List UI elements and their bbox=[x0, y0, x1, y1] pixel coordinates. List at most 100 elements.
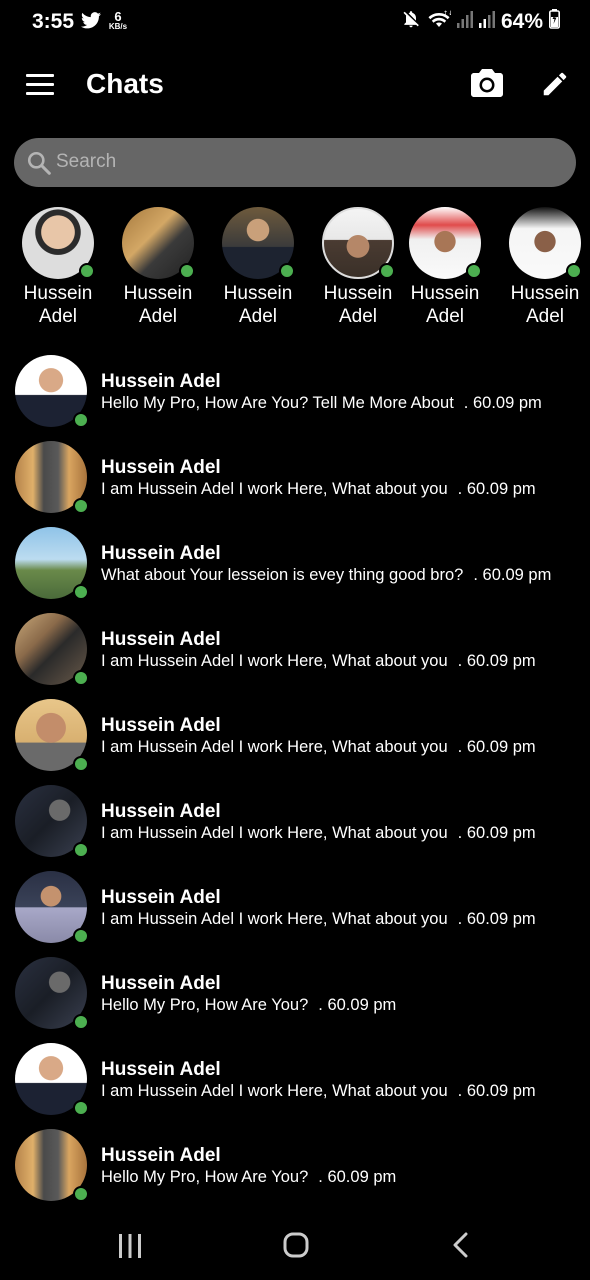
camera-icon[interactable] bbox=[471, 69, 503, 102]
search-icon bbox=[26, 150, 52, 181]
chat-preview: I am Hussein Adel I work Here, What abou… bbox=[101, 1082, 536, 1100]
chat-time: . 60.09 pm bbox=[457, 824, 536, 842]
system-nav-bar bbox=[0, 1210, 590, 1280]
signal-icon bbox=[456, 10, 473, 33]
chat-preview: I am Hussein Adel I work Here, What abou… bbox=[101, 738, 536, 756]
avatar bbox=[15, 871, 89, 944]
online-indicator bbox=[179, 263, 195, 279]
online-indicator bbox=[466, 263, 482, 279]
story-name-last: Adel bbox=[238, 306, 278, 327]
chat-name: Hussein Adel bbox=[101, 887, 221, 908]
chat-row[interactable]: Hussein Adel I am Hussein Adel I work He… bbox=[0, 783, 590, 869]
chat-name: Hussein Adel bbox=[101, 371, 221, 392]
chat-preview: Hello My Pro, How Are You?. 60.09 pm bbox=[101, 996, 397, 1014]
recent-apps-icon[interactable] bbox=[117, 1234, 143, 1263]
story-name-first: Hussein bbox=[223, 283, 293, 304]
chat-time: . 60.09 pm bbox=[473, 566, 552, 584]
online-indicator bbox=[73, 670, 89, 686]
chat-row[interactable]: Hussein Adel I am Hussein Adel I work He… bbox=[0, 611, 590, 697]
chat-time: . 60.09 pm bbox=[457, 480, 536, 498]
online-indicator bbox=[73, 1186, 89, 1202]
avatar bbox=[15, 527, 89, 600]
story-item[interactable]: Hussein Adel bbox=[405, 207, 485, 328]
avatar bbox=[15, 613, 89, 686]
online-indicator bbox=[73, 756, 89, 772]
avatar bbox=[22, 207, 95, 279]
online-indicator bbox=[566, 263, 582, 279]
chat-row[interactable]: Hussein Adel Hello My Pro, How Are You?.… bbox=[0, 1127, 590, 1213]
story-item[interactable]: Hussein Adel bbox=[118, 207, 198, 328]
chat-row[interactable]: Hussein Adel I am Hussein Adel I work He… bbox=[0, 697, 590, 783]
avatar bbox=[15, 785, 89, 858]
online-indicator bbox=[79, 263, 95, 279]
menu-icon[interactable] bbox=[26, 74, 54, 96]
chat-time: . 60.09 pm bbox=[318, 996, 397, 1014]
chat-name: Hussein Adel bbox=[101, 457, 221, 478]
story-name-first: Hussein bbox=[323, 283, 393, 304]
chat-preview: What about Your lesseion is evey thing g… bbox=[101, 566, 552, 584]
network-speed: 6 KB/s bbox=[108, 9, 128, 31]
online-indicator bbox=[379, 263, 395, 279]
status-time: 3:55 bbox=[32, 10, 75, 33]
avatar bbox=[322, 207, 395, 279]
online-indicator bbox=[73, 498, 89, 514]
back-icon[interactable] bbox=[452, 1232, 470, 1263]
chat-time: . 60.09 pm bbox=[318, 1168, 397, 1186]
chat-row[interactable]: Hussein Adel Hello My Pro, How Are You?.… bbox=[0, 955, 590, 1041]
mute-icon bbox=[401, 9, 421, 34]
search-input[interactable]: Search bbox=[14, 138, 576, 187]
online-indicator bbox=[73, 842, 89, 858]
chat-preview: Hello My Pro, How Are You?. 60.09 pm bbox=[101, 1168, 397, 1186]
chat-row[interactable]: Hussein Adel I am Hussein Adel I work He… bbox=[0, 869, 590, 955]
battery-level: 64% bbox=[500, 9, 543, 33]
story-item[interactable]: Hussein Adel bbox=[18, 207, 98, 328]
status-bar: 3:55 6 KB/s ↑↓ 64% bbox=[0, 0, 590, 44]
chat-preview: Hello My Pro, How Are You? Tell Me More … bbox=[101, 394, 542, 412]
chat-row[interactable]: Hussein Adel I am Hussein Adel I work He… bbox=[0, 439, 590, 525]
avatar bbox=[15, 1043, 89, 1116]
avatar bbox=[409, 207, 482, 279]
online-indicator bbox=[73, 1100, 89, 1116]
chat-time: . 60.09 pm bbox=[457, 910, 536, 928]
chat-time: . 60.09 pm bbox=[457, 1082, 536, 1100]
signal-icon bbox=[478, 10, 495, 33]
twitter-icon bbox=[81, 12, 101, 34]
story-name-last: Adel bbox=[38, 306, 78, 327]
chat-time: . 60.09 pm bbox=[457, 652, 536, 670]
online-indicator bbox=[73, 928, 89, 944]
online-indicator bbox=[73, 412, 89, 428]
chat-list: Hussein Adel Hello My Pro, How Are You? … bbox=[0, 353, 590, 1213]
stories-row: Hussein Adel Hussein Adel Hussein Adel H… bbox=[0, 207, 590, 332]
story-name-first: Hussein bbox=[510, 283, 580, 304]
story-name-first: Hussein bbox=[410, 283, 480, 304]
avatar bbox=[15, 699, 89, 772]
chat-preview: I am Hussein Adel I work Here, What abou… bbox=[101, 910, 536, 928]
avatar bbox=[15, 1129, 89, 1202]
chat-preview: I am Hussein Adel I work Here, What abou… bbox=[101, 480, 536, 498]
story-name-first: Hussein bbox=[123, 283, 193, 304]
story-item[interactable]: Hussein Adel bbox=[318, 207, 398, 328]
chat-name: Hussein Adel bbox=[101, 715, 221, 736]
story-name-last: Adel bbox=[525, 306, 565, 327]
chat-name: Hussein Adel bbox=[101, 543, 221, 564]
online-indicator bbox=[73, 1014, 89, 1030]
home-icon[interactable] bbox=[283, 1232, 309, 1263]
chat-time: . 60.09 pm bbox=[457, 738, 536, 756]
page-title: Chats bbox=[86, 68, 164, 99]
wifi-icon: ↑↓ bbox=[427, 9, 453, 34]
chat-row[interactable]: Hussein Adel I am Hussein Adel I work He… bbox=[0, 1041, 590, 1127]
story-item[interactable]: Hussein Adel bbox=[505, 207, 585, 328]
chat-name: Hussein Adel bbox=[101, 1145, 221, 1166]
avatar bbox=[15, 957, 89, 1030]
chat-row[interactable]: Hussein Adel What about Your lesseion is… bbox=[0, 525, 590, 611]
avatar bbox=[15, 441, 89, 514]
online-indicator bbox=[73, 584, 89, 600]
story-item[interactable]: Hussein Adel bbox=[218, 207, 298, 328]
online-indicator bbox=[279, 263, 295, 279]
edit-icon[interactable] bbox=[540, 69, 570, 104]
search-placeholder: Search bbox=[56, 151, 117, 172]
chat-row[interactable]: Hussein Adel Hello My Pro, How Are You? … bbox=[0, 353, 590, 439]
chat-name: Hussein Adel bbox=[101, 629, 221, 650]
story-name-last: Adel bbox=[338, 306, 378, 327]
story-name-last: Adel bbox=[425, 306, 465, 327]
